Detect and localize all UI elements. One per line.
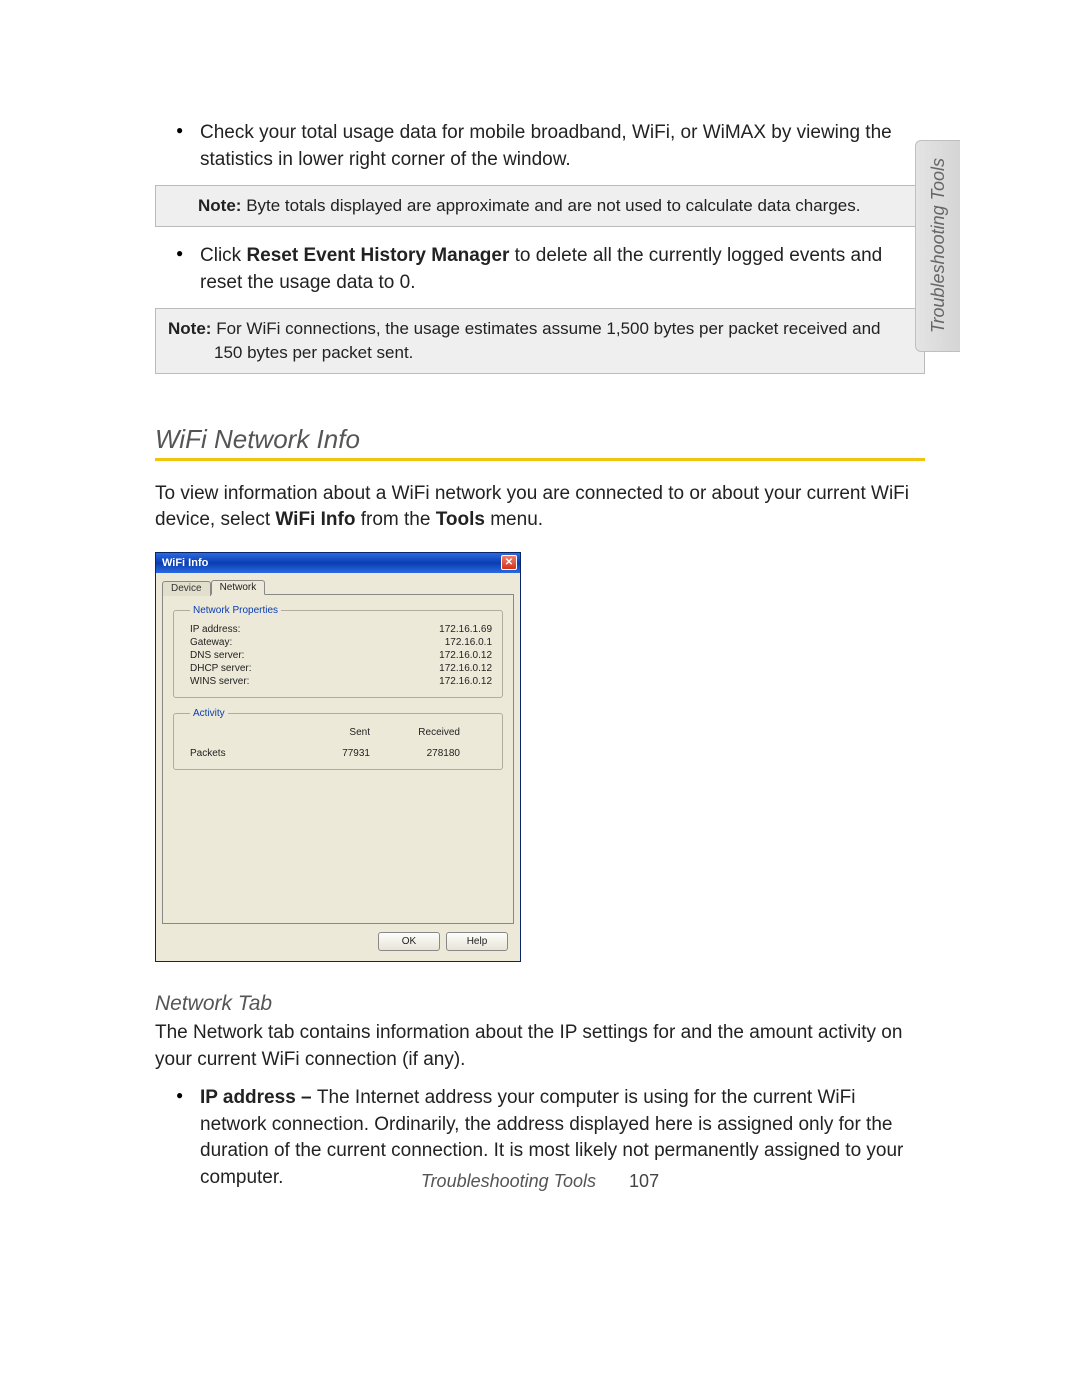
label-ip: IP address: [190, 624, 240, 635]
wifi-info-dialog: WiFi Info ✕ Device Network Network Prope… [155, 552, 521, 962]
bullet-ip-bold: IP address – [200, 1087, 317, 1108]
row-dhcp: DHCP server: 172.16.0.12 [190, 663, 492, 674]
legend-network-properties: Network Properties [190, 605, 281, 616]
subheading-network-tab: Network Tab [155, 992, 925, 1016]
footer-page-number: 107 [629, 1171, 659, 1191]
note-box-2: Note: For WiFi connections, the usage es… [155, 308, 925, 374]
value-dhcp: 172.16.0.12 [439, 663, 492, 674]
dialog-body: Device Network Network Properties IP add… [156, 573, 520, 961]
network-tab-paragraph: The Network tab contains information abo… [155, 1020, 925, 1073]
label-dhcp: DHCP server: [190, 663, 252, 674]
tab-network[interactable]: Network [211, 580, 266, 595]
label-gateway: Gateway: [190, 637, 232, 648]
intro-post: menu. [485, 509, 543, 530]
label-packets: Packets [190, 748, 300, 759]
section-heading-wifi: WiFi Network Info [155, 424, 925, 461]
header-sent: Sent [300, 727, 370, 738]
tab-panel-network: Network Properties IP address: 172.16.1.6… [162, 594, 514, 924]
intro-mid: from the [355, 509, 435, 530]
value-wins: 172.16.0.12 [439, 676, 492, 687]
note1-label: Note: [198, 196, 241, 215]
ok-button[interactable]: OK [378, 932, 440, 951]
row-gateway: Gateway: 172.16.0.1 [190, 637, 492, 648]
bullet-list-reset: Click Reset Event History Manager to del… [155, 243, 925, 296]
note2-label: Note: [168, 319, 211, 338]
value-gateway: 172.16.0.1 [445, 637, 492, 648]
value-sent: 77931 [300, 748, 370, 759]
activity-header: Sent Received [190, 727, 492, 738]
intro-b1: WiFi Info [275, 509, 355, 530]
note-box-1: Note: Byte totals displayed are approxim… [155, 185, 925, 227]
dialog-titlebar[interactable]: WiFi Info ✕ [156, 553, 520, 573]
bullet-usage: Check your total usage data for mobile b… [200, 120, 925, 173]
header-received: Received [370, 727, 460, 738]
side-tab-label: Troubleshooting Tools [928, 158, 949, 333]
bullet-list-top: Check your total usage data for mobile b… [155, 120, 925, 173]
help-button[interactable]: Help [446, 932, 508, 951]
close-icon: ✕ [505, 557, 513, 568]
tab-device[interactable]: Device [162, 581, 211, 596]
row-ip: IP address: 172.16.1.69 [190, 624, 492, 635]
activity-packets-row: Packets 77931 278180 [190, 748, 492, 759]
note2-text: For WiFi connections, the usage estimate… [214, 319, 880, 362]
dialog-title: WiFi Info [162, 557, 208, 569]
bullet-reset-pre: Click [200, 245, 246, 266]
row-wins: WINS server: 172.16.0.12 [190, 676, 492, 687]
intro-paragraph: To view information about a WiFi network… [155, 481, 925, 534]
page-footer: Troubleshooting Tools 107 [0, 1171, 1080, 1192]
value-ip: 172.16.1.69 [439, 624, 492, 635]
legend-activity: Activity [190, 708, 228, 719]
footer-label: Troubleshooting Tools [421, 1171, 596, 1191]
fieldset-network-properties: Network Properties IP address: 172.16.1.6… [173, 605, 503, 698]
bullet-reset: Click Reset Event History Manager to del… [200, 243, 925, 296]
row-dns: DNS server: 172.16.0.12 [190, 650, 492, 661]
tab-strip: Device Network [162, 579, 514, 594]
fieldset-activity: Activity Sent Received Packets 77931 278… [173, 708, 503, 770]
value-received: 278180 [370, 748, 460, 759]
bullet-reset-bold: Reset Event History Manager [246, 245, 509, 266]
label-wins: WINS server: [190, 676, 249, 687]
intro-b2: Tools [436, 509, 485, 530]
close-button[interactable]: ✕ [501, 555, 517, 570]
value-dns: 172.16.0.12 [439, 650, 492, 661]
label-dns: DNS server: [190, 650, 244, 661]
note1-text: Byte totals displayed are approximate an… [246, 196, 860, 215]
dialog-button-row: OK Help [378, 932, 508, 951]
